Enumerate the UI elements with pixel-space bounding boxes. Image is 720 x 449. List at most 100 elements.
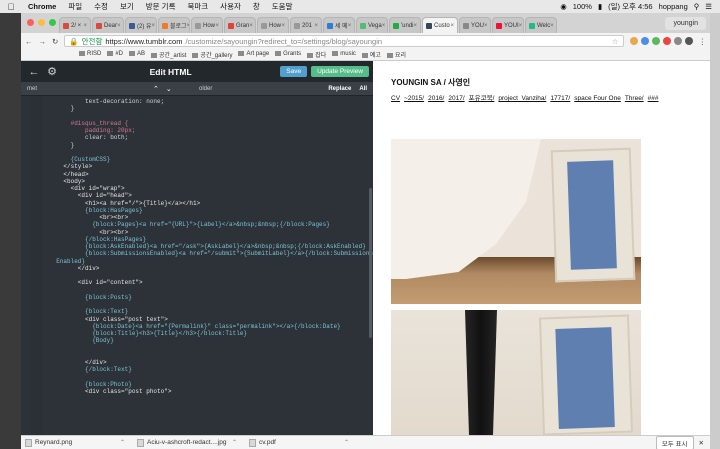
photo-post-2[interactable] bbox=[391, 310, 641, 435]
nav-link[interactable]: 포유코북/ bbox=[469, 95, 495, 102]
bookmark-item[interactable]: 잡다 bbox=[307, 50, 326, 59]
nav-link[interactable]: 2016/ bbox=[428, 95, 444, 102]
tab[interactable]: (2) 유 × bbox=[125, 17, 157, 33]
menu-help[interactable]: 도움말 bbox=[266, 1, 299, 12]
chevron-down-icon[interactable]: ⌄ bbox=[166, 85, 172, 93]
extension-icon[interactable] bbox=[673, 37, 682, 45]
tab[interactable]: Dear × bbox=[92, 17, 124, 33]
extension-icon[interactable] bbox=[684, 37, 693, 45]
tab[interactable]: 201 × bbox=[290, 17, 322, 33]
close-tab-icon[interactable]: × bbox=[519, 23, 523, 29]
search-icon[interactable]: ⚲ bbox=[694, 2, 700, 11]
update-preview-button[interactable]: Update Preview bbox=[311, 66, 369, 77]
close-tab-icon[interactable]: × bbox=[152, 23, 156, 29]
gear-icon[interactable]: ⚙ bbox=[43, 65, 61, 78]
reload-icon[interactable]: ↻ bbox=[52, 37, 58, 46]
wifi-icon[interactable]: ◉ bbox=[560, 2, 567, 11]
nav-link[interactable]: ~2015/ bbox=[404, 95, 424, 102]
close-tab-icon[interactable]: × bbox=[450, 23, 454, 29]
extension-icon[interactable] bbox=[651, 37, 660, 45]
nav-link[interactable]: ### bbox=[648, 95, 659, 102]
site-title[interactable]: YOUNGIN SA / 사영인 bbox=[391, 77, 470, 88]
tab[interactable]: 2/ × × bbox=[59, 17, 91, 33]
chevron-up-icon[interactable]: ⌃ bbox=[344, 439, 349, 446]
menu-list-icon[interactable]: ☰ bbox=[705, 2, 712, 11]
nav-link[interactable]: Three/ bbox=[625, 95, 644, 102]
nav-link[interactable]: 2017/ bbox=[448, 95, 464, 102]
battery-icon[interactable]: ▮ bbox=[598, 2, 602, 11]
menu-bookmarks[interactable]: 북마크 bbox=[181, 1, 214, 12]
nav-link[interactable]: space Four One bbox=[574, 95, 621, 102]
chevron-up-icon[interactable]: ⌃ bbox=[120, 439, 125, 446]
chevron-up-icon[interactable]: ⌃ bbox=[153, 85, 159, 93]
tab[interactable]: 블로그 × bbox=[158, 17, 190, 33]
tab[interactable]: 'undi × bbox=[389, 17, 421, 33]
profile-button[interactable]: youngin bbox=[665, 16, 706, 30]
nav-link[interactable]: 17717/ bbox=[550, 95, 570, 102]
back-icon[interactable]: ← bbox=[25, 37, 33, 46]
extension-icon[interactable] bbox=[629, 37, 638, 45]
photo-post-1[interactable] bbox=[391, 139, 641, 304]
nav-link[interactable]: CV bbox=[391, 95, 400, 102]
tab[interactable]: How × bbox=[191, 17, 223, 33]
close-tab-icon[interactable]: × bbox=[550, 23, 554, 29]
menu-window[interactable]: 창 bbox=[247, 1, 266, 12]
replace-input[interactable]: older bbox=[183, 86, 328, 92]
back-arrow-icon[interactable]: ← bbox=[25, 66, 43, 78]
apple-icon[interactable]:  bbox=[0, 2, 22, 12]
more-menu-icon[interactable]: ⋮ bbox=[699, 37, 707, 46]
download-item[interactable]: cv.pdf ⌃ bbox=[249, 438, 349, 447]
close-tab-icon[interactable]: × bbox=[187, 23, 189, 29]
close-tab-icon[interactable]: × bbox=[414, 23, 418, 29]
menu-edit[interactable]: 수정 bbox=[88, 1, 114, 12]
bookmark-item[interactable]: RISD bbox=[79, 51, 101, 58]
menu-file[interactable]: 파일 bbox=[62, 1, 88, 12]
close-window-icon[interactable] bbox=[27, 19, 34, 26]
bookmark-item[interactable]: #D bbox=[107, 51, 123, 58]
close-tab-icon[interactable]: × bbox=[117, 23, 121, 29]
download-item[interactable]: Aciu-v-ashcroft-redact....jpg ⌃ bbox=[137, 438, 237, 447]
close-tab-icon[interactable]: × bbox=[484, 23, 488, 29]
close-icon[interactable]: ✕ bbox=[699, 439, 704, 447]
close-tab-icon[interactable]: × bbox=[382, 23, 386, 29]
bookmark-item[interactable]: Art page bbox=[238, 51, 269, 58]
clock[interactable]: (일) 오후 4:56 bbox=[608, 1, 652, 12]
menu-history[interactable]: 방문 기록 bbox=[140, 1, 182, 12]
forward-icon[interactable]: → bbox=[39, 37, 47, 46]
close-tab-icon[interactable]: × bbox=[281, 23, 285, 29]
tab[interactable]: YOU × bbox=[459, 17, 491, 33]
close-tab-icon[interactable]: × bbox=[215, 23, 219, 29]
bookmark-item[interactable]: 요리 bbox=[387, 50, 406, 59]
tab[interactable]: How × bbox=[257, 17, 289, 33]
save-button[interactable]: Save bbox=[280, 66, 308, 77]
star-icon[interactable]: ☆ bbox=[612, 37, 619, 46]
tab[interactable]: Custo × bbox=[422, 17, 458, 33]
zoom-window-icon[interactable] bbox=[49, 19, 56, 26]
extension-icon[interactable] bbox=[662, 37, 671, 45]
bookmark-item[interactable]: Grants bbox=[275, 51, 301, 58]
menu-view[interactable]: 보기 bbox=[114, 1, 140, 12]
current-user[interactable]: hoppang bbox=[659, 2, 688, 11]
replace-button[interactable]: Replace bbox=[328, 86, 351, 92]
show-all-downloads-button[interactable]: 모두 표시 bbox=[655, 435, 694, 449]
download-item[interactable]: Reynard.png ⌃ bbox=[25, 438, 125, 447]
editor-scrollbar[interactable] bbox=[369, 188, 372, 338]
bookmark-item[interactable]: AB bbox=[129, 51, 145, 58]
bookmark-item[interactable]: 공간_artist bbox=[151, 50, 186, 59]
bookmark-item[interactable]: 예고 bbox=[362, 50, 381, 59]
tab[interactable]: Gran × bbox=[224, 17, 256, 33]
code-area[interactable]: text-decoration: none; } #disqus_thread … bbox=[21, 96, 373, 435]
close-tab-icon[interactable]: × bbox=[249, 23, 253, 29]
nav-link[interactable]: project_Vanziha/ bbox=[498, 95, 546, 102]
menu-chrome[interactable]: Chrome bbox=[22, 2, 62, 11]
search-input[interactable]: met bbox=[27, 86, 153, 92]
close-tab-icon[interactable]: × bbox=[348, 23, 352, 29]
extension-icon[interactable] bbox=[640, 37, 649, 45]
tab[interactable]: Welc × bbox=[525, 17, 557, 33]
chevron-up-icon[interactable]: ⌃ bbox=[232, 439, 237, 446]
tab[interactable]: 세 메 × bbox=[323, 17, 355, 33]
url-field[interactable]: 🔒 안전함 https://www.tumblr.com/customize/s… bbox=[64, 35, 624, 47]
replace-all-button[interactable]: All bbox=[359, 86, 367, 92]
menu-people[interactable]: 사용자 bbox=[214, 1, 247, 12]
close-tab-icon[interactable]: × bbox=[314, 23, 318, 29]
